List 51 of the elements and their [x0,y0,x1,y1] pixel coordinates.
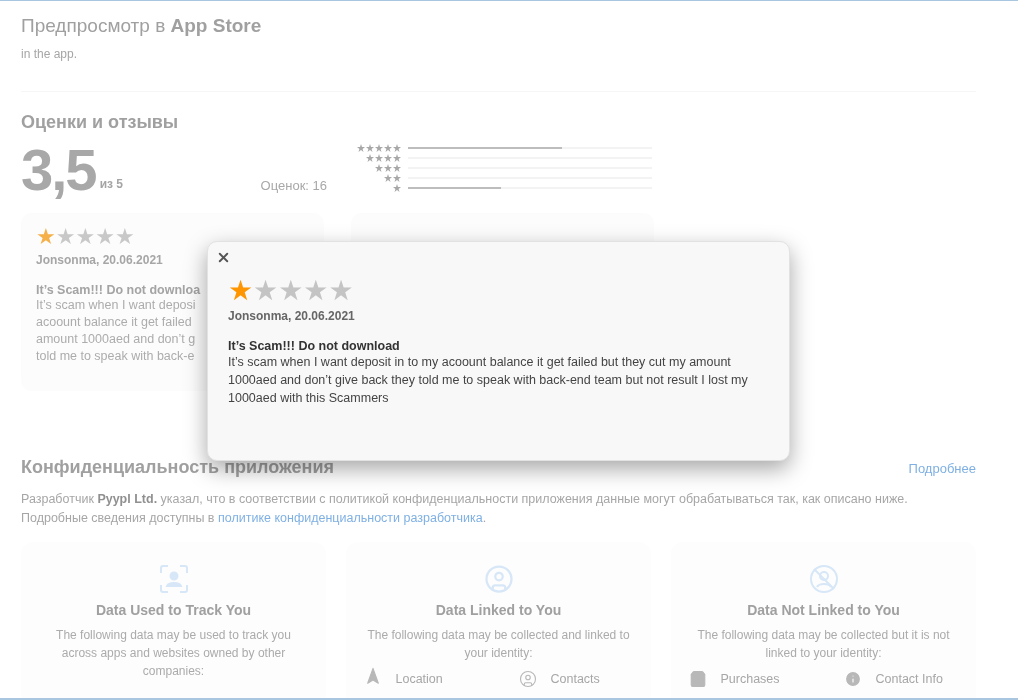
info-icon [843,670,862,688]
user-circle-icon [518,670,537,688]
review-text: It’s scam when I want deposit in to my acoount balance it get failed but they cut my amount 1000aed and don’t give back they told me to speak with back-end team but not result I lost my 1000aed with this Scammers [228,354,749,407]
review-author: Jonsonma, 20.06.2021 [228,309,355,323]
review-text: It’s scam when I want deposi [36,297,196,314]
star-icon: ★ [228,277,254,305]
review-text: amount 1000aed and don’t g [36,331,196,348]
data-type-label: Location [395,672,443,686]
user-slash-icon [808,564,839,594]
privacy-text: Разработчик Pyypl Ltd. указал, что в соответствии с политикой конфиденциальности приложения данные могут обрабатываться так, как описано ниже. Подробные сведения доступны в политике конфиденциальности разработчика. [21,491,909,527]
page-title: Предпросмотр в App Store [21,15,263,37]
card-description: The following data may be collected but it is not linked to your identity: [696,627,951,662]
stars-icon [393,184,402,192]
data-type-label: Contacts [550,672,600,686]
rating-count: Оценок: 16 [260,178,327,193]
description-text: in the app. [21,47,79,61]
section-heading: Оценки и отзывы [21,112,180,133]
stars-icon [366,154,402,162]
star-icon: ★ [75,225,96,249]
close-button[interactable] [216,250,231,265]
review-text: told me to speak with back-e [36,348,195,365]
card-title: Data Used to Track You [95,602,252,618]
review-author: Jonsonma, 20.06.2021 [36,253,163,267]
data-type-label: Purchases [720,672,780,686]
card-description: The following data may be used to track you across apps and websites owned by other companies: [55,627,292,680]
star-icon: ★ [328,277,354,305]
card-title: Data Not Linked to You [747,602,900,618]
user-scan-icon [158,564,189,594]
card-title: Data Linked to You [435,602,562,618]
review-title: It’s Scam!!! Do not download [228,339,400,353]
star-icon: ★ [95,225,115,249]
star-icon: ★ [253,277,279,305]
star-icon: ★ [303,277,329,305]
rating-scale: из 5 [99,177,123,191]
more-link[interactable]: Подробнее [908,461,976,476]
star-icon: ★ [55,225,76,249]
star-icon: ★ [36,225,56,249]
data-type-label: Contact Info [875,672,943,686]
star-icon: ★ [278,277,304,305]
section-heading: Конфиденциальность приложения [21,457,334,478]
stars-icon [375,164,402,172]
stars-icon [357,144,402,152]
average-rating: 3,5 [21,141,96,199]
bag-icon [688,670,707,688]
user-circle-icon [483,564,514,594]
card-description: The following data may be collected and linked to your identity: [366,627,631,662]
star-icon: ★ [114,225,135,249]
review-text: acoount balance it get failed [36,314,192,331]
privacy-policy-link[interactable]: политике конфиденциальности разработчика [218,511,483,525]
review-title: It’s Scam!!! Do not downloa [36,283,201,297]
stars-icon [384,174,402,182]
